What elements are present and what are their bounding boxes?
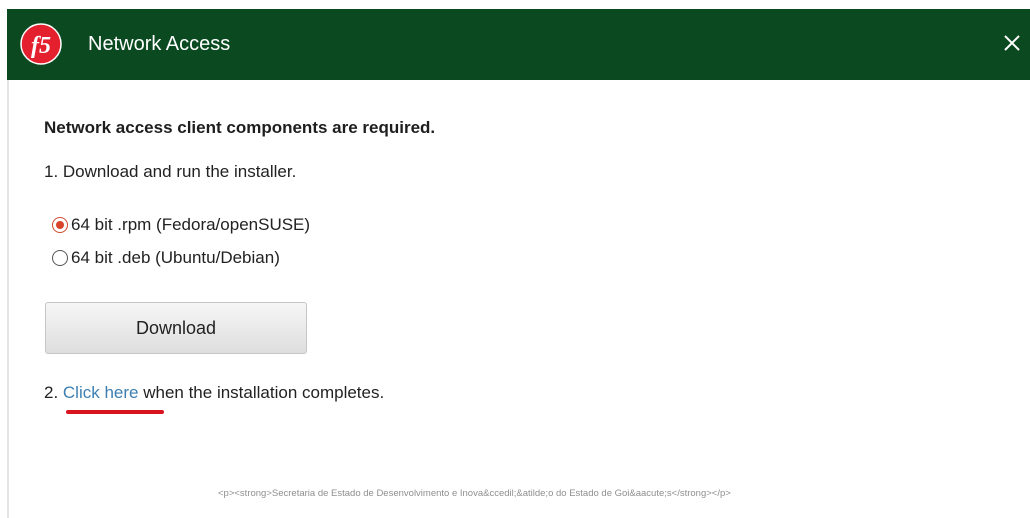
option-deb-label[interactable]: 64 bit .deb (Ubuntu/Debian)	[71, 248, 280, 268]
download-button[interactable]: Download	[45, 302, 307, 354]
network-access-dialog: f5 Network Access Network access client …	[0, 0, 1030, 518]
window-title: Network Access	[88, 33, 231, 55]
f5-logo: f5	[20, 23, 62, 65]
radio-deb[interactable]	[52, 250, 68, 266]
radio-rpm-checked[interactable]	[52, 217, 68, 233]
title-bar: f5 Network Access	[7, 9, 1030, 80]
step-2-text: 2. Click here when the installation comp…	[44, 383, 384, 403]
click-here-link[interactable]: Click here	[63, 383, 139, 402]
dialog-left-border	[0, 80, 9, 518]
step-2-suffix: when the installation completes.	[138, 383, 385, 402]
close-icon[interactable]	[998, 29, 1026, 57]
footer-text: <p><strong>Secretaria de Estado de Desen…	[218, 488, 731, 499]
option-deb[interactable]: 64 bit .deb (Ubuntu/Debian)	[52, 248, 280, 268]
step-2-prefix: 2.	[44, 383, 63, 402]
step-1-text: 1. Download and run the installer.	[44, 162, 297, 181]
annotation-underline	[66, 410, 164, 414]
option-rpm[interactable]: 64 bit .rpm (Fedora/openSUSE)	[52, 215, 310, 235]
option-rpm-label[interactable]: 64 bit .rpm (Fedora/openSUSE)	[71, 215, 310, 235]
logo-text: f5	[31, 33, 51, 59]
requirement-heading: Network access client components are req…	[44, 118, 436, 137]
